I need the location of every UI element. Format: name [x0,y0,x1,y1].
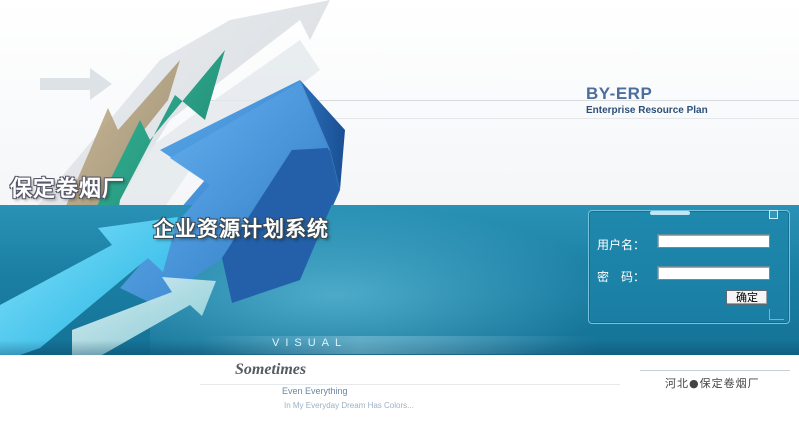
location-rule [640,370,790,371]
visual-strip [200,336,599,354]
username-label: 用户名： [597,238,646,252]
visual-label: VISUAL [272,337,348,349]
username-field[interactable] [657,234,770,248]
panel-corner-decoration [769,309,784,320]
footer-rule [200,384,620,385]
brand-name: BY-ERP [586,84,653,103]
footer-sometimes: Sometimes [235,361,307,378]
confirm-button[interactable]: 确定 [726,290,768,305]
system-title: 企业资源计划系统 [153,217,329,241]
footer-tagline-primary: Even Everything [282,386,348,396]
location-text: 河北●保定卷烟厂 [665,377,760,390]
login-screen: VISUAL BY-ERP Enterprise Resource Plan 保… [0,0,799,440]
brand-subtitle: Enterprise Resource Plan [586,105,708,116]
password-label: 密 码： [597,270,646,284]
factory-title: 保定卷烟厂 [10,177,126,202]
panel-close-icon [769,210,778,219]
password-field[interactable] [657,266,770,280]
login-panel-tab [650,211,690,215]
brand-block: BY-ERP Enterprise Resource Plan [586,84,708,116]
footer-background [0,355,799,440]
footer-tagline-secondary: In My Everyday Dream Has Colors... [284,401,414,410]
